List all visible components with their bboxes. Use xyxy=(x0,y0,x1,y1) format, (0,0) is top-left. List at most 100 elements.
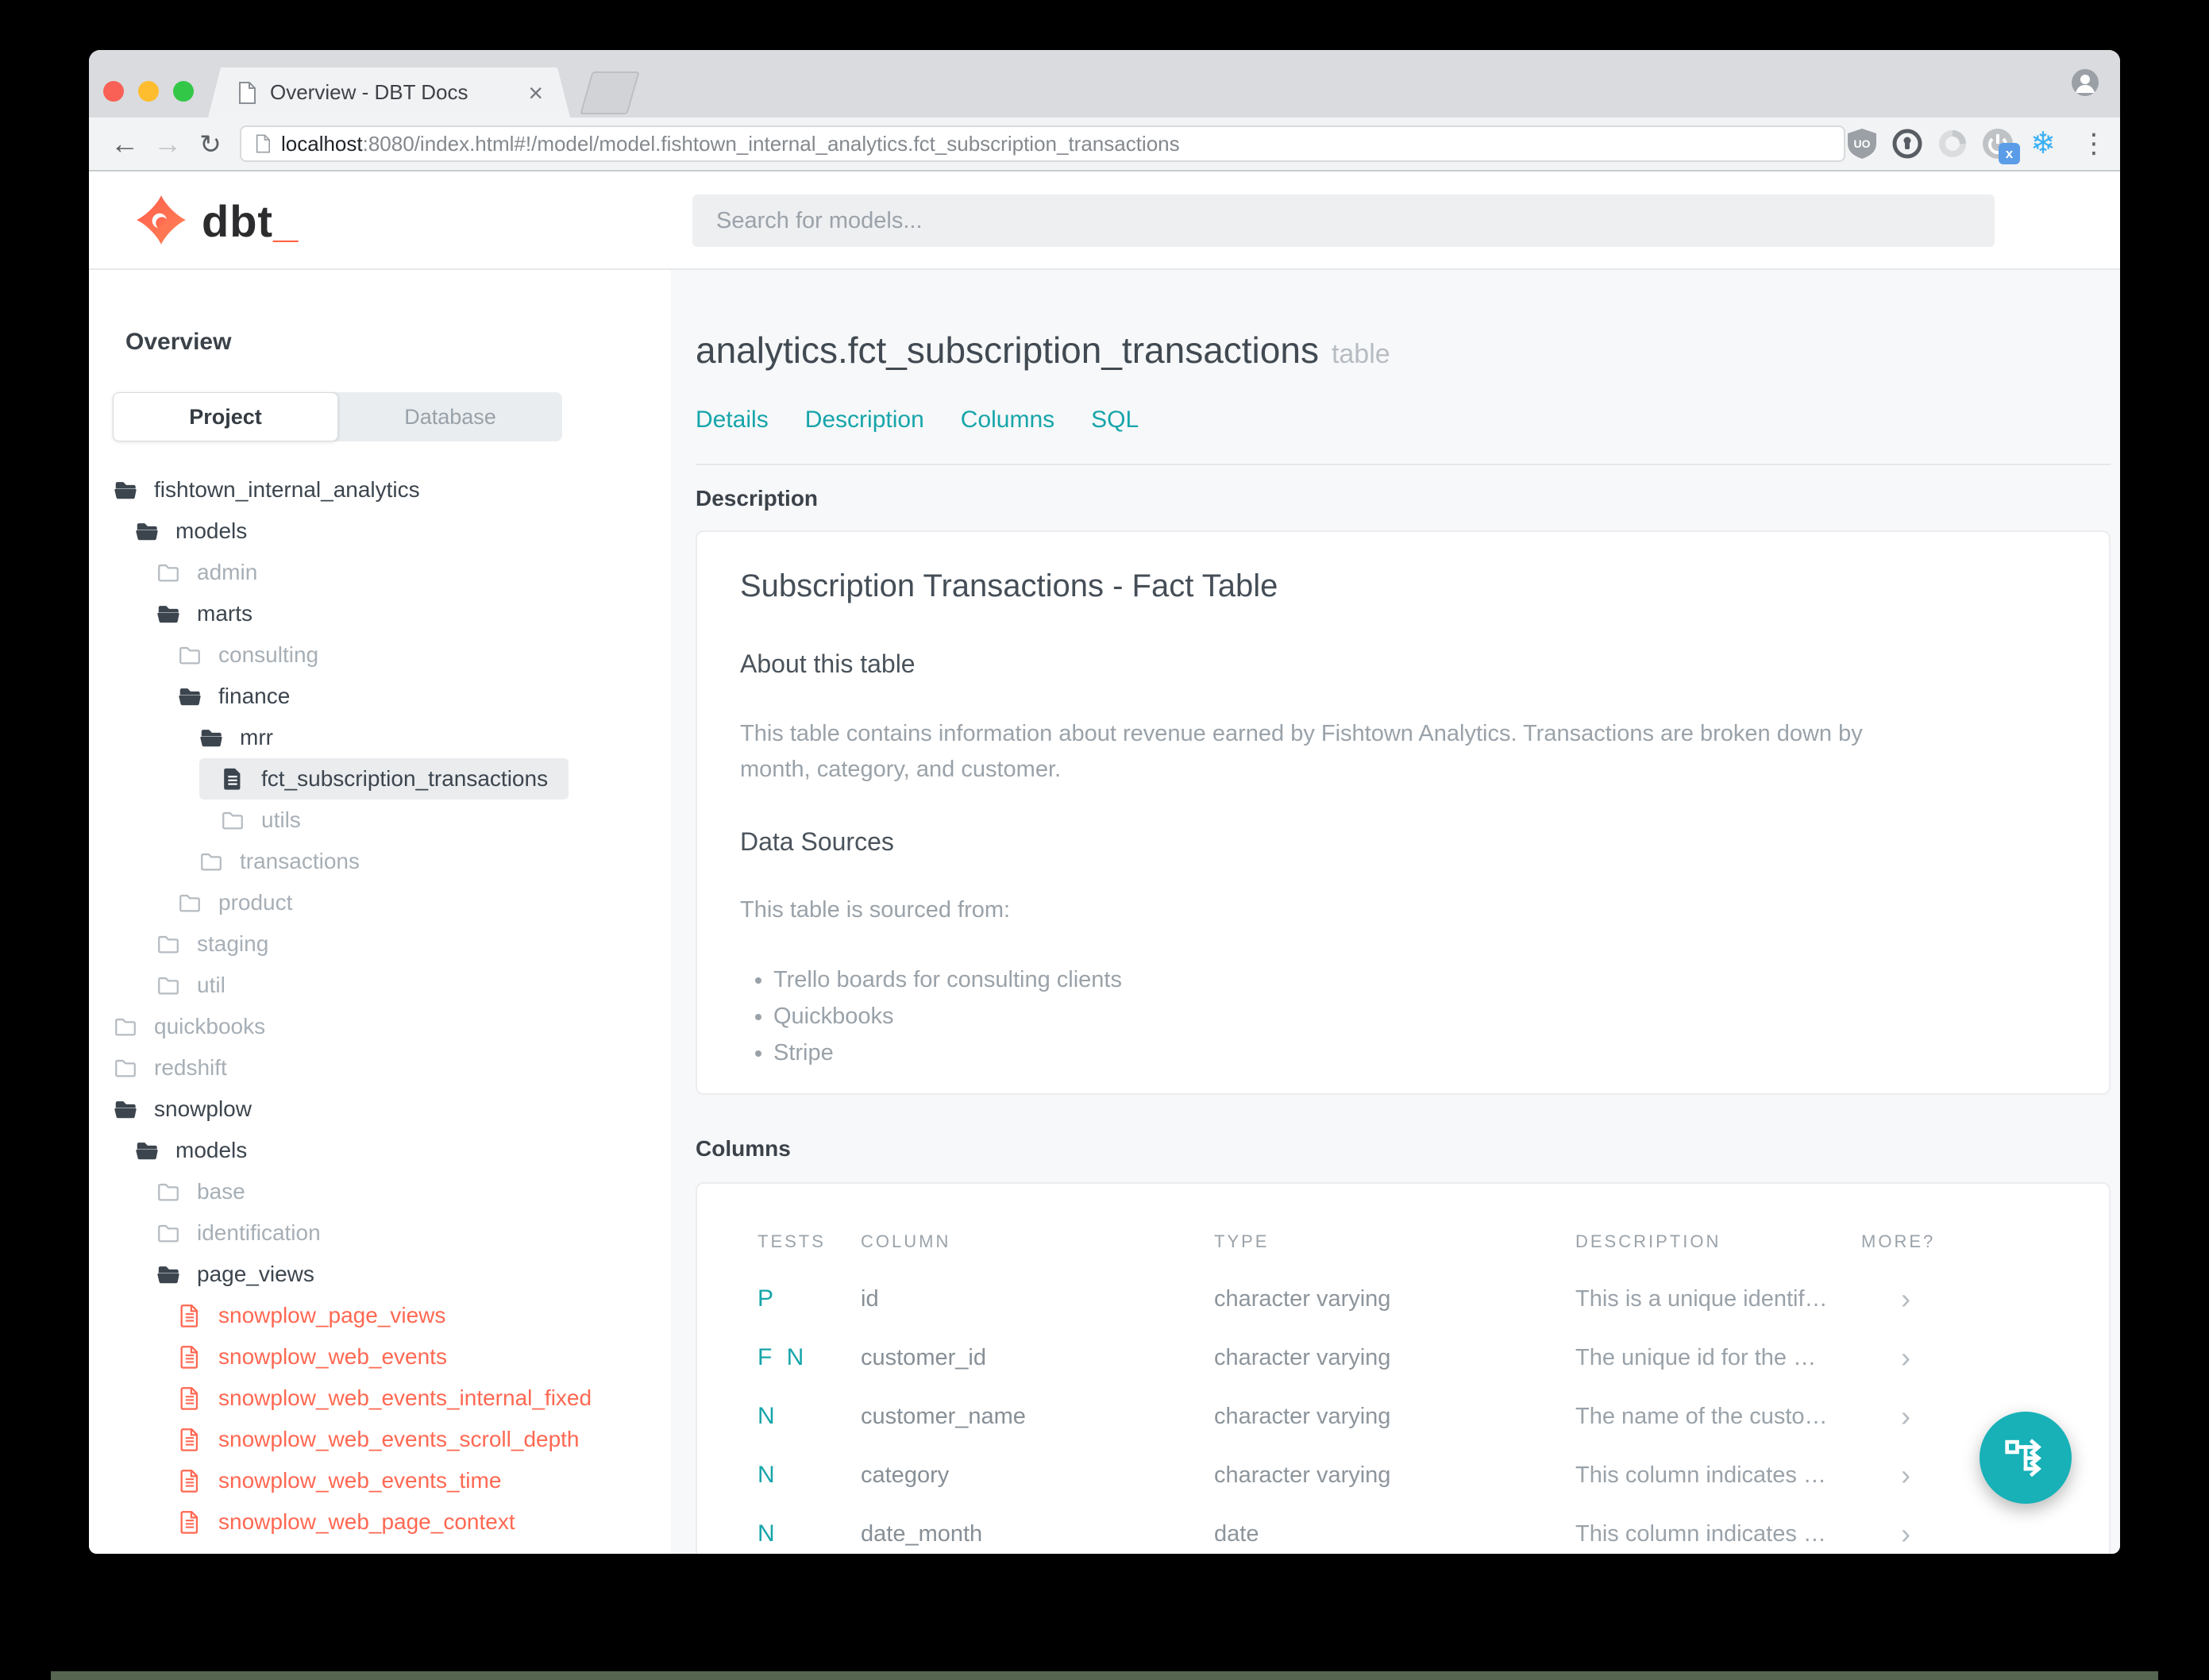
tree-item-models[interactable]: models xyxy=(89,1130,671,1171)
new-tab-button[interactable] xyxy=(580,71,640,114)
description-card: Subscription Transactions - Fact Table A… xyxy=(696,530,2111,1095)
folder-icon xyxy=(158,564,179,582)
tree-item-label: identification xyxy=(197,1220,321,1245)
tree-item-quickbooks[interactable]: quickbooks xyxy=(89,1006,671,1047)
chevron-right-icon[interactable]: › xyxy=(1861,1343,2077,1372)
tree-item-base[interactable]: base xyxy=(89,1171,671,1212)
model-file-icon xyxy=(180,1470,199,1493)
sidebar-overview-title[interactable]: Overview xyxy=(125,329,231,356)
close-window-button[interactable] xyxy=(103,81,124,102)
column-header-more: MORE? xyxy=(1861,1231,1936,1251)
tree-item-util[interactable]: util xyxy=(89,965,671,1006)
forward-button[interactable]: → xyxy=(146,129,189,158)
tree-item-label: util xyxy=(197,973,226,997)
column-row-date_month[interactable]: Ndate_month date This column indicates … › xyxy=(758,1505,2077,1554)
dbt-logo-icon xyxy=(137,195,186,245)
reload-button[interactable]: ↻ xyxy=(189,131,232,157)
tree-item-utils[interactable]: utils xyxy=(89,800,671,841)
minimize-window-button[interactable] xyxy=(138,81,159,102)
model-tree: fishtown_internal_analyticsmodels admin ma… xyxy=(89,469,671,1543)
column-description: This column indicates … xyxy=(1575,1520,1826,1547)
opera-extension-icon[interactable] xyxy=(1937,128,1968,160)
tree-item-identification[interactable]: identification xyxy=(89,1212,671,1254)
tree-item-redshift[interactable]: redshift xyxy=(89,1047,671,1089)
folder-icon xyxy=(179,894,200,912)
tree-item-snowplow_web_events_internal_fixed[interactable]: snowplow_web_events_internal_fixed xyxy=(89,1378,671,1419)
address-bar[interactable]: localhost:8080/index.html#!/model/model.… xyxy=(240,125,1845,162)
column-name: category xyxy=(861,1462,950,1488)
tree-item-label: page_views xyxy=(197,1262,314,1286)
model-nav-link-details[interactable]: Details xyxy=(696,407,769,433)
tree-item-label: admin xyxy=(197,560,258,584)
tree-item-staging[interactable]: staging xyxy=(89,923,671,965)
tree-item-transactions[interactable]: transactions xyxy=(89,841,671,882)
snowflake-extension-icon[interactable]: ❄ xyxy=(2027,128,2059,160)
folder-icon xyxy=(158,1183,179,1201)
column-header-column: COLUMN xyxy=(861,1231,951,1251)
model-file-icon xyxy=(180,1511,199,1534)
tree-item-snowplow_page_views[interactable]: snowplow_page_views xyxy=(89,1295,671,1336)
chevron-right-icon[interactable]: › xyxy=(1861,1520,2077,1548)
column-description: The unique id for the … xyxy=(1575,1344,1817,1370)
zoom-window-button[interactable] xyxy=(173,81,194,102)
tree-item-marts[interactable]: marts xyxy=(89,593,671,634)
power-extension-icon[interactable]: x xyxy=(1982,128,2020,164)
extension-icons: UO x ❄ ⋮ xyxy=(1846,128,2107,164)
model-nav-link-columns[interactable]: Columns xyxy=(961,407,1054,433)
column-type: character varying xyxy=(1214,1285,1391,1312)
column-row-customer_id[interactable]: F N customer_id character varying The uniqu… xyxy=(758,1328,2077,1387)
tests-badge: P xyxy=(758,1285,778,1312)
search-input[interactable] xyxy=(692,195,1995,247)
tree-item-finance[interactable]: finance xyxy=(89,676,671,717)
tree-item-snowplow[interactable]: snowplow xyxy=(89,1089,671,1130)
folder-open-icon xyxy=(114,1101,137,1119)
project-database-switch: Project Database xyxy=(113,392,562,441)
tree-item-label: product xyxy=(218,890,293,915)
sidebar-tab-project[interactable]: Project xyxy=(113,392,338,441)
tests-badge: N xyxy=(758,1520,779,1547)
page-icon xyxy=(256,134,270,153)
browser-profile-avatar[interactable] xyxy=(2071,68,2099,101)
lineage-graph-button[interactable] xyxy=(1980,1412,2072,1504)
tree-item-fct_subscription_transactions[interactable]: fct_subscription_transactions xyxy=(199,758,569,800)
tree-item-mrr[interactable]: mrr xyxy=(89,717,671,758)
tree-item-page_views[interactable]: page_views xyxy=(89,1254,671,1295)
model-nav-link-description[interactable]: Description xyxy=(805,407,924,433)
tree-item-snowplow_web_events[interactable]: snowplow_web_events xyxy=(89,1336,671,1378)
tree-item-label: utils xyxy=(261,807,301,832)
folder-open-icon xyxy=(114,482,137,499)
content-area: Overview Project Database fishtown_intern… xyxy=(89,270,2120,1554)
folder-open-icon xyxy=(157,1266,179,1284)
description-section-heading: Description xyxy=(696,486,819,511)
desktop-background-strip xyxy=(51,1671,2158,1680)
browser-tab[interactable]: Overview - DBT Docs × xyxy=(208,67,570,118)
column-row-category[interactable]: Ncategory character varying This column in… xyxy=(758,1446,2077,1505)
back-button[interactable]: ← xyxy=(103,129,146,158)
tree-item-fishtown_internal_analytics[interactable]: fishtown_internal_analytics xyxy=(89,469,671,511)
tab-close-icon[interactable]: × xyxy=(528,80,543,106)
tree-item-snowplow_web_page_context[interactable]: snowplow_web_page_context xyxy=(89,1501,671,1543)
ublock-extension-icon[interactable]: UO xyxy=(1846,128,1878,160)
tree-item-models[interactable]: models xyxy=(89,511,671,552)
tree-item-admin[interactable]: admin xyxy=(89,552,671,593)
tree-item-snowplow_web_events_scroll_depth[interactable]: snowplow_web_events_scroll_depth xyxy=(89,1419,671,1460)
tree-item-label: base xyxy=(197,1179,245,1204)
column-type: character varying xyxy=(1214,1403,1391,1429)
model-nav-link-sql[interactable]: SQL xyxy=(1091,407,1139,433)
onepassword-extension-icon[interactable] xyxy=(1891,128,1923,160)
folder-icon xyxy=(179,646,200,665)
tests-badge: N xyxy=(758,1403,779,1429)
tree-item-label: transactions xyxy=(240,849,360,873)
column-row-id[interactable]: Pid character varying This is a unique ide… xyxy=(758,1270,2077,1328)
tree-item-consulting[interactable]: consulting xyxy=(89,634,671,676)
source-list-item: Quickbooks xyxy=(773,998,2066,1035)
column-row-customer_name[interactable]: Ncustomer_name character varying The name … xyxy=(758,1387,2077,1446)
columns-card: TESTS COLUMN TYPE DESCRIPTION MORE? Pid chara… xyxy=(696,1182,2111,1554)
browser-menu-button[interactable]: ⋮ xyxy=(2072,128,2107,160)
sidebar-tab-database[interactable]: Database xyxy=(338,392,562,441)
tree-item-snowplow_web_events_time[interactable]: snowplow_web_events_time xyxy=(89,1460,671,1501)
tree-item-label: fishtown_internal_analytics xyxy=(154,477,420,502)
column-header-tests: TESTS xyxy=(758,1231,826,1251)
chevron-right-icon[interactable]: › xyxy=(1861,1285,2077,1313)
tree-item-product[interactable]: product xyxy=(89,882,671,923)
